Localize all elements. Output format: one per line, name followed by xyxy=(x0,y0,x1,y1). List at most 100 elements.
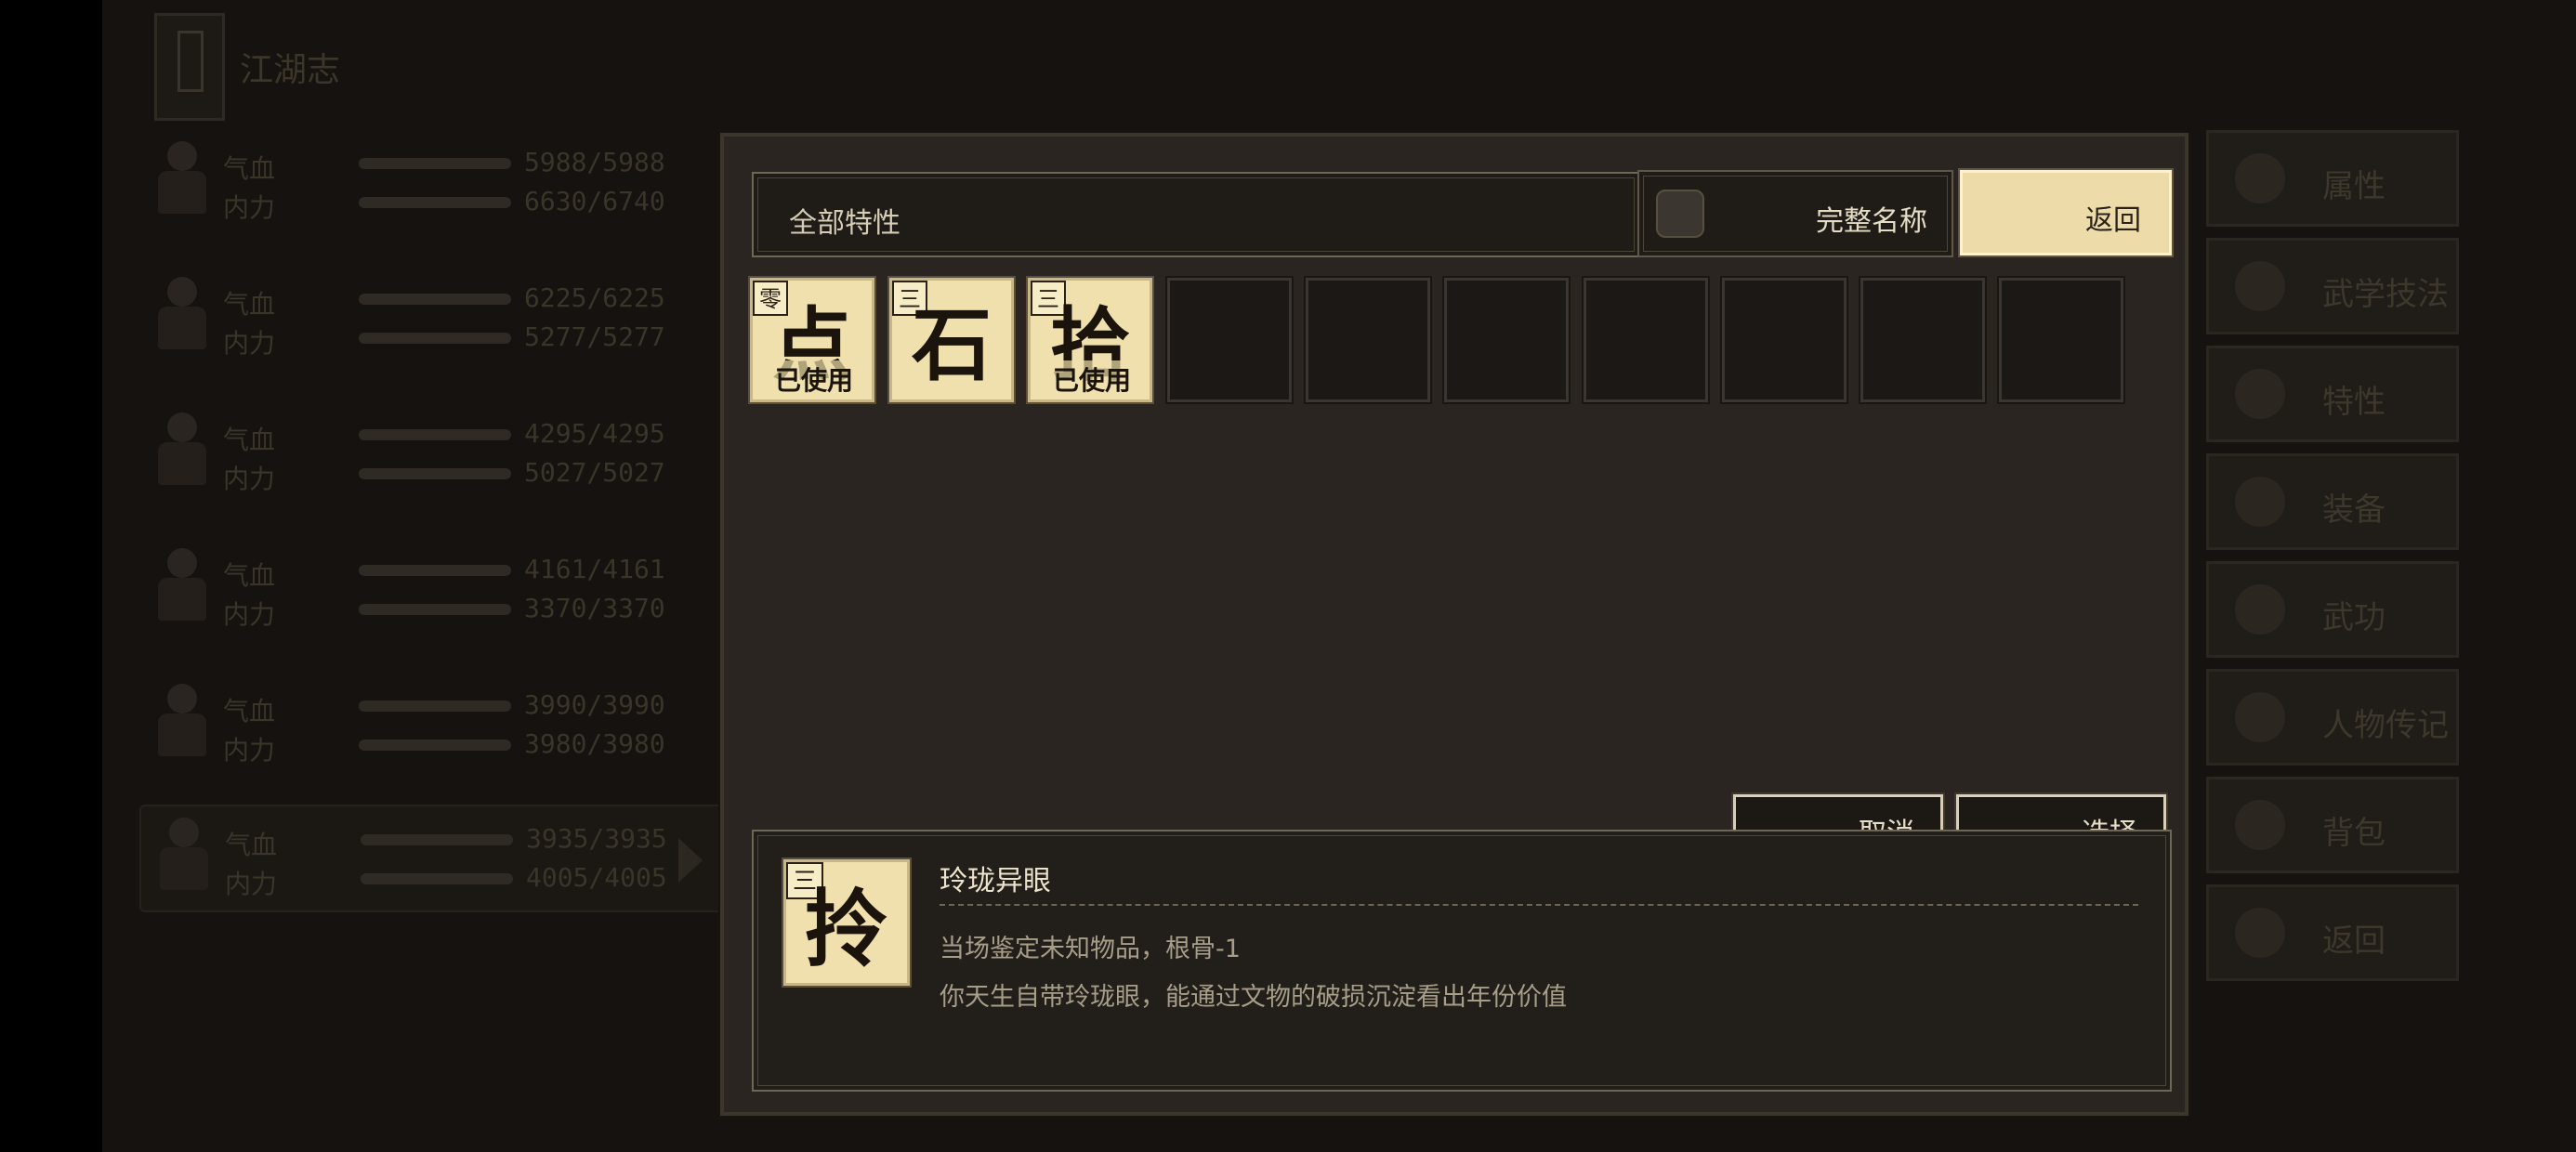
empty-trait-slot[interactable] xyxy=(1304,276,1432,404)
trait-selection-dialog: 全部特性 完整名称 返回 零 点 已使用 三 石 三 拾 已使用 取消 xyxy=(720,133,2188,1116)
full-name-checkbox[interactable] xyxy=(1656,190,1704,238)
used-stamp: 已使用 xyxy=(1051,360,1134,398)
full-name-toggle[interactable]: 完整名称 xyxy=(1637,170,1953,257)
book-icon xyxy=(2235,692,2285,742)
menu-label: 属性 xyxy=(2322,168,2385,205)
hp-value: 4295/4295 xyxy=(524,418,665,449)
mp-value: 3980/3980 xyxy=(524,728,665,759)
hp-value: 3990/3990 xyxy=(524,689,665,720)
trait-icon xyxy=(2235,369,2285,419)
menu-label: 武功 xyxy=(2322,599,2385,636)
character-avatar xyxy=(143,676,217,766)
mp-bar xyxy=(361,873,513,884)
mp-label: 内力 xyxy=(225,869,278,899)
mp-bar xyxy=(359,604,511,615)
back-button[interactable]: 返回 xyxy=(1958,168,2174,257)
menu-label: 装备 xyxy=(2322,491,2385,529)
empty-trait-slot[interactable] xyxy=(1165,276,1294,404)
empty-trait-slot[interactable] xyxy=(1859,276,1987,404)
party-member-row-selected[interactable]: 气血 3935/3935 内力 4005/4005 xyxy=(139,805,738,912)
mp-value: 5027/5027 xyxy=(524,457,665,488)
hp-label: 气血 xyxy=(223,560,276,591)
menu-backpack[interactable]: 背包 xyxy=(2206,777,2459,873)
menu-return[interactable]: 返回 xyxy=(2206,884,2459,981)
hp-label: 气血 xyxy=(223,289,276,320)
hp-label: 气血 xyxy=(223,696,276,727)
trait-slot[interactable]: 三 石 xyxy=(887,276,1016,404)
menu-label: 人物传记 xyxy=(2322,707,2449,744)
fighter-icon xyxy=(2235,261,2285,311)
menu-label: 返回 xyxy=(2322,923,2385,960)
mp-label: 内力 xyxy=(223,192,276,223)
sword-icon xyxy=(2235,477,2285,527)
party-member-row[interactable]: 气血 5988/5988 内力 6630/6740 xyxy=(139,130,734,242)
hp-value: 3935/3935 xyxy=(526,823,667,854)
party-member-row[interactable]: 气血 6225/6225 内力 5277/5277 xyxy=(139,266,734,377)
selection-arrow-icon xyxy=(678,838,703,883)
hp-label: 气血 xyxy=(225,830,278,860)
mp-label: 内力 xyxy=(223,464,276,494)
hp-value: 4161/4161 xyxy=(524,554,665,584)
mp-bar xyxy=(359,197,511,208)
hp-bar xyxy=(359,429,511,440)
person-icon xyxy=(2235,153,2285,203)
mp-label: 内力 xyxy=(223,328,276,359)
mp-bar xyxy=(359,333,511,344)
trait-effect: 当场鉴定未知物品，根骨-1 xyxy=(940,935,1241,963)
party-member-row[interactable]: 气血 4295/4295 内力 5027/5027 xyxy=(139,401,734,513)
menu-martial-arts[interactable]: 武功 xyxy=(2206,561,2459,658)
hp-label: 气血 xyxy=(223,425,276,455)
hp-value: 5988/5988 xyxy=(524,147,665,177)
hp-bar xyxy=(359,158,511,169)
empty-trait-slot[interactable] xyxy=(1582,276,1710,404)
bag-icon xyxy=(2235,800,2285,850)
party-member-row[interactable]: 气血 4161/4161 内力 3370/3370 xyxy=(139,537,734,648)
scroll-icon xyxy=(2235,584,2285,635)
mp-bar xyxy=(359,468,511,479)
character-avatar xyxy=(143,134,217,223)
trait-name: 玲珑异眼 xyxy=(940,865,1051,897)
mp-label: 内力 xyxy=(223,599,276,630)
mp-value: 6630/6740 xyxy=(524,186,665,216)
menu-equipment[interactable]: 装备 xyxy=(2206,453,2459,550)
trait-slot-selected[interactable]: 三 拾 已使用 xyxy=(1026,276,1154,404)
trait-detail-panel: 三 拎 玲珑异眼 当场鉴定未知物品，根骨-1 你天生自带玲珑眼，能通过文物的破损… xyxy=(752,830,2172,1092)
mp-value: 4005/4005 xyxy=(526,862,667,893)
trait-glyph: 拎 xyxy=(805,880,888,978)
mp-value: 3370/3370 xyxy=(524,593,665,623)
trait-glyph: 石 xyxy=(912,298,992,392)
menu-traits[interactable]: 特性 xyxy=(2206,346,2459,442)
empty-trait-slot[interactable] xyxy=(1720,276,1848,404)
door-icon xyxy=(2235,908,2285,958)
character-avatar xyxy=(143,269,217,359)
mp-value: 5277/5277 xyxy=(524,321,665,352)
trait-filter-dropdown[interactable]: 全部特性 xyxy=(752,172,1640,257)
hp-bar xyxy=(361,834,513,845)
hp-bar xyxy=(359,294,511,305)
divider xyxy=(940,904,2138,906)
menu-attributes[interactable]: 属性 xyxy=(2206,130,2459,227)
book-icon xyxy=(154,13,225,121)
hp-label: 气血 xyxy=(223,153,276,184)
character-avatar xyxy=(143,405,217,494)
party-member-row[interactable]: 气血 3990/3990 内力 3980/3980 xyxy=(139,673,734,784)
full-name-label: 完整名称 xyxy=(1816,205,1927,238)
empty-trait-slot[interactable] xyxy=(1442,276,1571,404)
trait-description: 你天生自带玲珑眼，能通过文物的破损沉淀看出年份价值 xyxy=(940,983,1567,1012)
trait-detail-icon: 三 拎 xyxy=(782,857,912,988)
menu-label: 背包 xyxy=(2322,815,2385,852)
back-button-label: 返回 xyxy=(2085,204,2141,237)
hp-bar xyxy=(359,700,511,712)
menu-biography[interactable]: 人物传记 xyxy=(2206,669,2459,766)
hp-value: 6225/6225 xyxy=(524,282,665,313)
character-avatar xyxy=(145,810,219,899)
screen-title: 江湖志 xyxy=(240,51,341,89)
character-avatar xyxy=(143,541,217,630)
used-stamp: 已使用 xyxy=(773,360,856,398)
mp-bar xyxy=(359,740,511,751)
trait-slot[interactable]: 零 点 已使用 xyxy=(748,276,876,404)
empty-trait-slot[interactable] xyxy=(1997,276,2125,404)
menu-label: 特性 xyxy=(2322,384,2385,421)
menu-martial-techniques[interactable]: 武学技法 xyxy=(2206,238,2459,334)
menu-label: 武学技法 xyxy=(2322,276,2449,313)
